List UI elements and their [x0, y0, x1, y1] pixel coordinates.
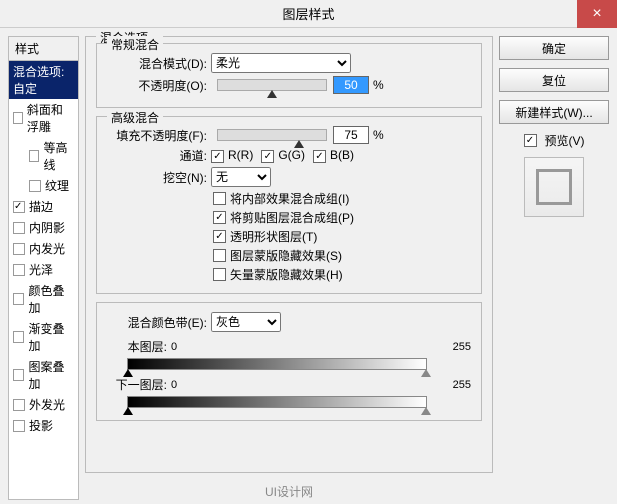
sidebar-item[interactable]: 混合选项:自定: [9, 61, 78, 99]
blend-mode-label: 混合模式(D):: [107, 55, 207, 72]
fill-percent: %: [373, 128, 384, 142]
sidebar-item-label: 内阴影: [29, 219, 65, 236]
sidebar-item-label: 外发光: [29, 396, 65, 413]
advanced-blend-group: 高级混合 填充不透明度(F): % 通道: R(R) G(G) B(B): [96, 116, 482, 294]
new-style-button[interactable]: 新建样式(W)...: [499, 100, 609, 124]
checkbox-icon[interactable]: [213, 230, 226, 243]
sidebar-item-label: 光泽: [29, 261, 53, 278]
advanced-blend-legend: 高级混合: [107, 109, 163, 126]
content: 样式 混合选项:自定斜面和浮雕等高线纹理描边内阴影内发光光泽颜色叠加渐变叠加图案…: [0, 28, 617, 500]
styles-sidebar: 样式 混合选项:自定斜面和浮雕等高线纹理描边内阴影内发光光泽颜色叠加渐变叠加图案…: [8, 36, 79, 500]
blend-if-group: 混合颜色带(E): 灰色 本图层: 0255 下一图层: 0255: [96, 302, 482, 421]
sidebar-item[interactable]: 图案叠加: [9, 356, 78, 394]
effect-option[interactable]: 将剪贴图层混合成组(P): [213, 209, 471, 226]
sidebar-item-label: 等高线: [43, 139, 74, 173]
window-title: 图层样式: [282, 4, 334, 23]
checkbox-icon[interactable]: [213, 192, 226, 205]
knockout-select[interactable]: 无: [211, 167, 271, 187]
blend-mode-select[interactable]: 柔光: [211, 53, 351, 73]
sidebar-item[interactable]: 渐变叠加: [9, 318, 78, 356]
blend-options-group: 混合选项 常规混合 混合模式(D): 柔光 不透明度(O): % 高级混合 填充…: [85, 36, 493, 473]
sidebar-item[interactable]: 投影: [9, 415, 78, 436]
effect-label: 矢量蒙版隐藏效果(H): [230, 266, 343, 283]
normal-blend-group: 常规混合 混合模式(D): 柔光 不透明度(O): %: [96, 43, 482, 108]
sidebar-item[interactable]: 内发光: [9, 238, 78, 259]
sidebar-item-label: 斜面和浮雕: [27, 101, 74, 135]
normal-blend-legend: 常规混合: [107, 36, 163, 53]
titlebar: 图层样式 ×: [0, 0, 617, 28]
blend-if-select[interactable]: 灰色: [211, 312, 281, 332]
opacity-label: 不透明度(O):: [107, 77, 207, 94]
opacity-input[interactable]: [333, 76, 369, 94]
checkbox-icon[interactable]: [13, 222, 25, 234]
effect-option[interactable]: 将内部效果混合成组(I): [213, 190, 471, 207]
fill-opacity-input[interactable]: [333, 126, 369, 144]
right-panel: 确定 复位 新建样式(W)... 预览(V): [499, 36, 609, 500]
checkbox-icon[interactable]: [13, 112, 23, 124]
sidebar-item-label: 描边: [29, 198, 53, 215]
under-layer-gradient[interactable]: [127, 396, 427, 408]
effect-option[interactable]: 透明形状图层(T): [213, 228, 471, 245]
sidebar-item-label: 颜色叠加: [28, 282, 74, 316]
checkbox-icon[interactable]: [13, 264, 25, 276]
sidebar-item[interactable]: 斜面和浮雕: [9, 99, 78, 137]
checkbox-icon[interactable]: [13, 201, 25, 213]
effects-list: 将内部效果混合成组(I) 将剪贴图层混合成组(P) 透明形状图层(T) 图层蒙版隐藏效…: [213, 190, 471, 283]
checkbox-icon[interactable]: [13, 369, 24, 381]
this-layer-gradient[interactable]: [127, 358, 427, 370]
fill-opacity-slider[interactable]: [217, 129, 327, 141]
effect-option[interactable]: 图层蒙版隐藏效果(S): [213, 247, 471, 264]
sidebar-list: 混合选项:自定斜面和浮雕等高线纹理描边内阴影内发光光泽颜色叠加渐变叠加图案叠加外…: [9, 61, 78, 436]
channel-r[interactable]: R(R): [211, 148, 253, 163]
effect-label: 图层蒙版隐藏效果(S): [230, 247, 342, 264]
sidebar-item[interactable]: 外发光: [9, 394, 78, 415]
under-layer-label: 下一图层:: [107, 376, 167, 393]
checkbox-icon[interactable]: [213, 211, 226, 224]
opacity-slider[interactable]: [217, 79, 327, 91]
sidebar-header: 样式: [9, 37, 78, 61]
sidebar-item-label: 纹理: [45, 177, 69, 194]
sidebar-item[interactable]: 内阴影: [9, 217, 78, 238]
fill-opacity-label: 填充不透明度(F):: [107, 127, 207, 144]
sidebar-item[interactable]: 颜色叠加: [9, 280, 78, 318]
sidebar-item[interactable]: 描边: [9, 196, 78, 217]
channel-g[interactable]: G(G): [261, 148, 305, 163]
sidebar-item-label: 混合选项:自定: [13, 63, 74, 97]
sidebar-item-label: 渐变叠加: [28, 320, 74, 354]
sidebar-item-label: 内发光: [29, 240, 65, 257]
checkbox-icon[interactable]: [13, 243, 25, 255]
effect-option[interactable]: 矢量蒙版隐藏效果(H): [213, 266, 471, 283]
checkbox-icon[interactable]: [13, 331, 24, 343]
blend-if-label: 混合颜色带(E):: [107, 314, 207, 331]
sidebar-item[interactable]: 光泽: [9, 259, 78, 280]
this-layer-label: 本图层:: [107, 338, 167, 355]
effect-label: 将内部效果混合成组(I): [230, 190, 349, 207]
channel-b[interactable]: B(B): [313, 148, 354, 163]
preview-checkbox[interactable]: 预览(V): [524, 132, 585, 149]
checkbox-icon[interactable]: [213, 268, 226, 281]
knockout-label: 挖空(N):: [107, 169, 207, 186]
center-panel: 混合选项 常规混合 混合模式(D): 柔光 不透明度(O): % 高级混合 填充…: [85, 36, 493, 500]
ok-button[interactable]: 确定: [499, 36, 609, 60]
checkbox-icon[interactable]: [213, 249, 226, 262]
effect-label: 透明形状图层(T): [230, 228, 317, 245]
sidebar-item[interactable]: 等高线: [9, 137, 78, 175]
channel-label: 通道:: [107, 147, 207, 164]
reset-button[interactable]: 复位: [499, 68, 609, 92]
close-button[interactable]: ×: [577, 0, 617, 28]
watermark: UI设计网: [85, 479, 493, 500]
sidebar-item-label: 图案叠加: [28, 358, 74, 392]
effect-label: 将剪贴图层混合成组(P): [230, 209, 354, 226]
checkbox-icon[interactable]: [13, 293, 24, 305]
preview-swatch: [524, 157, 584, 217]
sidebar-item-label: 投影: [29, 417, 53, 434]
checkbox-icon[interactable]: [29, 150, 39, 162]
checkbox-icon[interactable]: [29, 180, 41, 192]
sidebar-item[interactable]: 纹理: [9, 175, 78, 196]
checkbox-icon[interactable]: [13, 399, 25, 411]
checkbox-icon[interactable]: [13, 420, 25, 432]
opacity-percent: %: [373, 78, 384, 92]
